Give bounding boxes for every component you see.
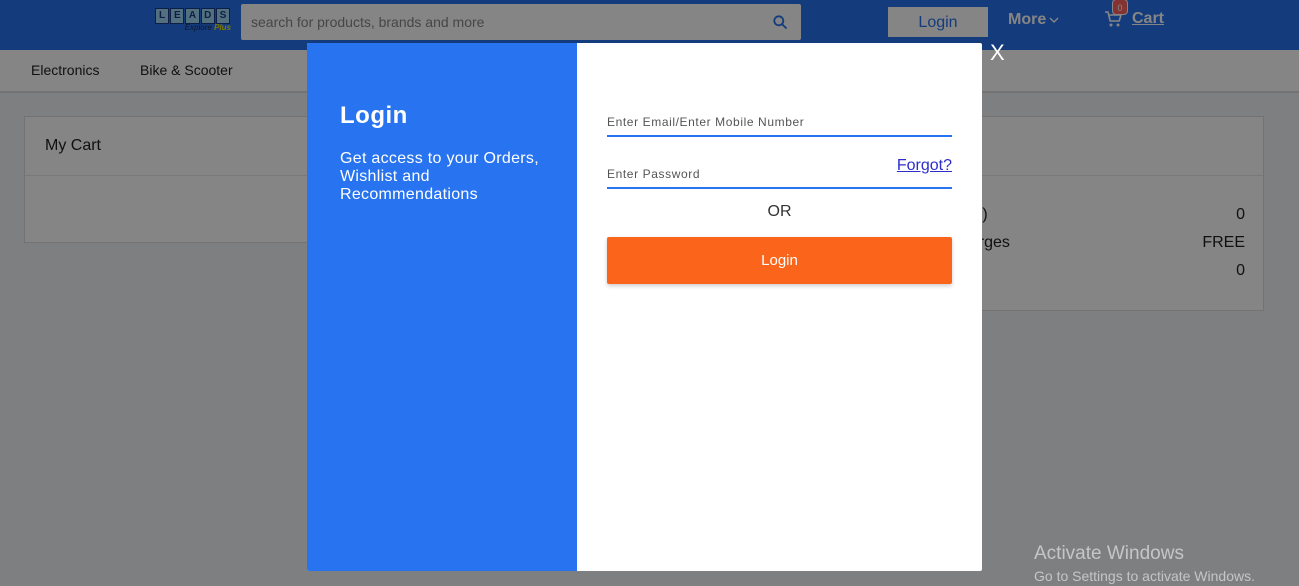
or-divider: OR bbox=[767, 203, 792, 220]
watermark-subtitle: Go to Settings to activate Windows. bbox=[1034, 568, 1255, 584]
windows-activation-watermark: Activate Windows Go to Settings to activ… bbox=[1034, 543, 1255, 584]
password-field-wrapper: Forgot? bbox=[607, 147, 952, 189]
email-field[interactable] bbox=[607, 115, 952, 129]
login-modal: Login Get access to your Orders, Wishlis… bbox=[307, 43, 982, 571]
login-submit-button[interactable]: Login bbox=[607, 237, 952, 284]
login-modal-subtitle: Get access to your Orders, Wishlist and … bbox=[340, 150, 539, 203]
email-field-wrapper bbox=[607, 95, 952, 137]
forgot-password-link[interactable]: Forgot? bbox=[897, 157, 952, 175]
login-modal-title: Login bbox=[340, 102, 408, 129]
login-form: Forgot? OR Login bbox=[577, 43, 982, 571]
login-modal-info-panel: Login Get access to your Orders, Wishlis… bbox=[307, 43, 577, 571]
close-modal-button[interactable]: X bbox=[990, 40, 1005, 66]
watermark-title: Activate Windows bbox=[1034, 543, 1184, 564]
